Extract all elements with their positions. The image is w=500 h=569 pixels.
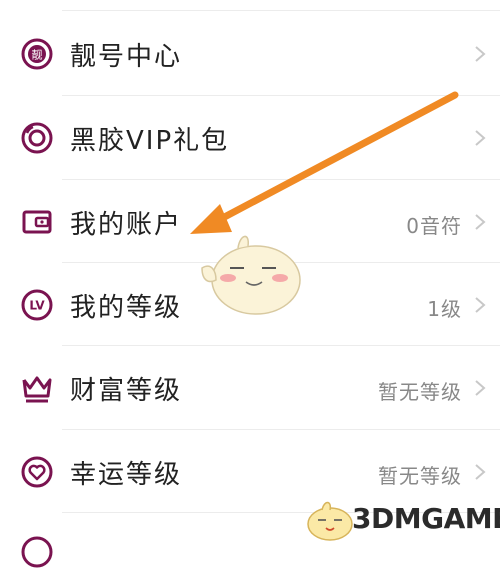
menu-item-label: 财富等级: [70, 376, 183, 406]
chevron-right-icon: [475, 130, 486, 146]
partial-icon: [20, 535, 54, 569]
badge-liang-icon: 靓: [20, 37, 54, 71]
crown-icon: [20, 371, 54, 405]
level-value: 1级: [427, 297, 462, 321]
menu-item-label: 我的等级: [70, 293, 183, 323]
chevron-right-icon: [475, 46, 486, 62]
watermark-mascot-icon: [307, 501, 353, 541]
lv-badge-icon: LV: [20, 288, 54, 322]
watermark-text: 3DMGAME: [352, 502, 500, 535]
menu-item-label: 靓号中心: [70, 42, 183, 72]
menu-item-vip-gift[interactable]: 黑胶VIP礼包: [0, 96, 500, 180]
vinyl-record-icon: [20, 121, 54, 155]
svg-text:靓: 靓: [32, 48, 43, 62]
chevron-right-icon: [475, 214, 486, 230]
wallet-icon: [20, 205, 54, 239]
watermark-logo: 3DMGAME: [300, 494, 500, 545]
menu-item-label: 黑胶VIP礼包: [70, 126, 230, 156]
heart-badge-icon: [20, 455, 54, 489]
chevron-right-icon: [475, 297, 486, 313]
menu-item-wealth-level[interactable]: 财富等级 暂无等级: [0, 346, 500, 430]
chevron-right-icon: [475, 464, 486, 480]
menu-item-liang-center[interactable]: 靓 靓号中心: [0, 12, 500, 96]
account-balance-value: 0音符: [406, 214, 462, 238]
mascot-icon: [201, 235, 301, 315]
menu-item-label: 幸运等级: [70, 460, 183, 490]
chevron-right-icon: [475, 380, 486, 396]
wealth-level-value: 暂无等级: [378, 380, 462, 404]
luck-level-value: 暂无等级: [378, 464, 462, 488]
divider: [62, 10, 500, 11]
menu-item-label: 我的账户: [70, 210, 183, 240]
svg-text:LV: LV: [29, 299, 45, 313]
